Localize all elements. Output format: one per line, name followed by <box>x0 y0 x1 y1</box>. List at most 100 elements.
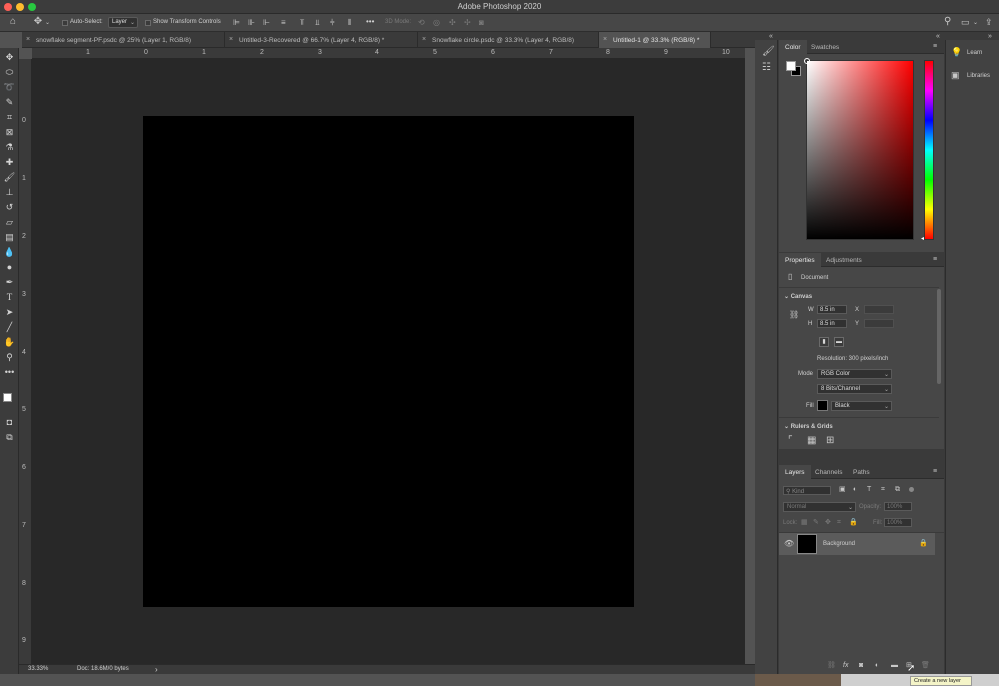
hue-slider-handle[interactable]: ◂ <box>921 235 924 242</box>
opacity-input[interactable]: 100% <box>884 502 912 511</box>
blend-mode-dropdown[interactable]: Normal ⌄ <box>783 502 856 512</box>
tab-properties[interactable]: Properties <box>779 253 821 267</box>
clone-stamp-tool-icon[interactable]: ⊥ <box>3 186 16 199</box>
guides-icon[interactable]: ⊞ <box>826 436 834 446</box>
close-tab-icon[interactable]: × <box>26 36 30 43</box>
align-center-icon[interactable]: ⊪ <box>248 19 255 27</box>
pen-tool-icon[interactable]: ✒ <box>3 276 16 289</box>
panel-menu-icon[interactable]: ≡ <box>933 256 937 264</box>
lock-icon[interactable]: 🔒 <box>919 540 928 548</box>
portrait-orientation-icon[interactable]: ▮ <box>819 337 829 347</box>
tab-paths[interactable]: Paths <box>847 465 876 479</box>
scale-3d-icon[interactable]: ◙ <box>479 19 484 27</box>
chevron-down-icon[interactable]: ⌄ <box>45 19 50 27</box>
layer-row-background[interactable]: 👁 Background 🔒 <box>779 533 935 555</box>
show-transform-checkbox[interactable] <box>145 20 151 26</box>
eye-visibility-icon[interactable]: 👁 <box>784 540 794 548</box>
dodge-tool-icon[interactable]: ● <box>3 261 16 274</box>
auto-select-dropdown[interactable]: Layer ⌄ <box>108 17 138 28</box>
lock-transparent-icon[interactable]: ▦ <box>801 519 808 527</box>
foreground-color-swatch[interactable] <box>786 61 796 71</box>
history-brush-tool-icon[interactable]: ↺ <box>3 201 16 214</box>
lock-all-icon[interactable]: 🔒 <box>849 519 858 527</box>
delete-layer-icon[interactable]: 🗑 <box>921 662 930 670</box>
learn-button[interactable]: Learn <box>967 50 982 56</box>
marquee-tool-icon[interactable]: ⬭ <box>3 66 16 79</box>
tab-color[interactable]: Color <box>779 40 807 54</box>
link-layers-icon[interactable]: ⛓ <box>827 662 836 670</box>
rulers-grids-section-header[interactable]: ⌄ Rulers & Grids <box>784 423 833 430</box>
color-field[interactable] <box>804 58 914 240</box>
x-input[interactable] <box>864 305 894 314</box>
grid-icon[interactable]: ▦ <box>807 436 816 446</box>
auto-select-checkbox[interactable] <box>62 20 68 26</box>
orbit-3d-icon[interactable]: ⟲ <box>418 19 425 27</box>
brush-settings-icon[interactable]: 🖌 <box>762 47 775 57</box>
tab-untitled-3[interactable]: × Untitled-3-Recovered @ 66.7% (Layer 4,… <box>225 32 418 48</box>
type-filter-icon[interactable]: T <box>867 486 871 494</box>
tab-layers[interactable]: Layers <box>779 465 811 479</box>
height-input[interactable]: 8.5 in <box>817 319 847 328</box>
fill-input[interactable]: 100% <box>884 518 912 527</box>
screen-mode-icon[interactable]: ⧉ <box>3 431 16 444</box>
layer-style-icon[interactable]: fx <box>843 662 848 670</box>
zoom-tool-icon[interactable]: ⚲ <box>3 351 16 364</box>
workspace-icon[interactable]: ▭ <box>961 18 970 27</box>
shape-filter-icon[interactable]: ⌗ <box>881 486 885 494</box>
align-bottom-icon[interactable]: ⫩ <box>330 19 335 27</box>
fill-color-swatch[interactable] <box>817 400 828 411</box>
properties-scrollbar[interactable] <box>937 289 941 384</box>
blur-tool-icon[interactable]: 💧 <box>3 246 16 259</box>
align-left-icon[interactable]: ⊫ <box>233 19 240 27</box>
layer-filter-kind[interactable]: ⚲ Kind <box>783 486 831 495</box>
more-options-button[interactable]: ••• <box>366 17 374 26</box>
tab-snowflake-circle[interactable]: × Snowflake circle.psdc @ 33.3% (Layer 4… <box>418 32 599 48</box>
foreground-color-swatch[interactable] <box>3 393 12 402</box>
landscape-orientation-icon[interactable]: ▬ <box>834 337 844 347</box>
mode-dropdown[interactable]: RGB Color ⌄ <box>817 369 892 379</box>
slide-3d-icon[interactable]: ✢ <box>464 19 471 27</box>
status-menu-arrow[interactable]: › <box>155 665 158 674</box>
document-canvas[interactable] <box>143 116 634 607</box>
frame-tool-icon[interactable]: ⊠ <box>3 126 16 139</box>
quick-mask-icon[interactable]: ◘ <box>3 416 16 429</box>
path-selection-tool-icon[interactable]: ➤ <box>3 306 16 319</box>
zoom-level[interactable]: 33.33% <box>28 666 48 672</box>
smart-object-filter-icon[interactable]: ⧉ <box>895 486 900 494</box>
panel-menu-icon[interactable]: ≡ <box>933 43 937 51</box>
quick-selection-tool-icon[interactable]: ✎ <box>3 96 16 109</box>
lock-pixels-icon[interactable]: ✎ <box>813 519 819 527</box>
add-mask-icon[interactable]: ◙ <box>859 662 863 670</box>
align-top-icon[interactable]: ⫪ <box>300 19 305 27</box>
eyedropper-tool-icon[interactable]: ⚗ <box>3 141 16 154</box>
fill-dropdown[interactable]: Black ⌄ <box>831 401 892 411</box>
align-middle-icon[interactable]: ⫫ <box>315 19 320 27</box>
line-tool-icon[interactable]: ╱ <box>3 321 16 334</box>
color-picker-handle[interactable] <box>804 58 810 64</box>
tab-channels[interactable]: Channels <box>809 465 848 479</box>
filter-toggle[interactable] <box>909 487 914 492</box>
brush-tool-icon[interactable]: 🖌 <box>3 171 16 184</box>
home-icon[interactable]: ⌂ <box>8 17 18 28</box>
pixel-filter-icon[interactable]: ▣ <box>839 486 846 494</box>
more-tools-icon[interactable]: ••• <box>3 366 16 379</box>
share-icon[interactable]: ⇪ <box>985 18 993 27</box>
width-input[interactable]: 8.5 in <box>817 305 847 314</box>
hand-tool-icon[interactable]: ✋ <box>3 336 16 349</box>
close-tab-icon[interactable]: × <box>422 36 426 43</box>
roll-3d-icon[interactable]: ◎ <box>433 19 440 27</box>
drag-3d-icon[interactable]: ✣ <box>449 19 456 27</box>
eraser-tool-icon[interactable]: ▱ <box>3 216 16 229</box>
type-tool-icon[interactable]: T <box>3 291 16 304</box>
tab-snowflake-segment[interactable]: × snowflake segment-PF.psdc @ 25% (Layer… <box>22 32 225 48</box>
libraries-button[interactable]: Libraries <box>967 73 990 79</box>
y-input[interactable] <box>864 319 894 328</box>
ruler-icon[interactable]: ⌜ <box>788 436 793 446</box>
lock-position-icon[interactable]: ✥ <box>825 519 831 527</box>
panel-menu-icon[interactable]: ≡ <box>933 468 937 476</box>
move-tool-icon[interactable]: ✥ <box>33 17 43 28</box>
distribute-vertical-icon[interactable]: ⦀ <box>348 19 352 27</box>
search-icon[interactable]: ⚲ <box>944 17 951 27</box>
adjustment-filter-icon[interactable]: ◐ <box>853 486 857 494</box>
lasso-tool-icon[interactable]: ➰ <box>3 81 16 94</box>
